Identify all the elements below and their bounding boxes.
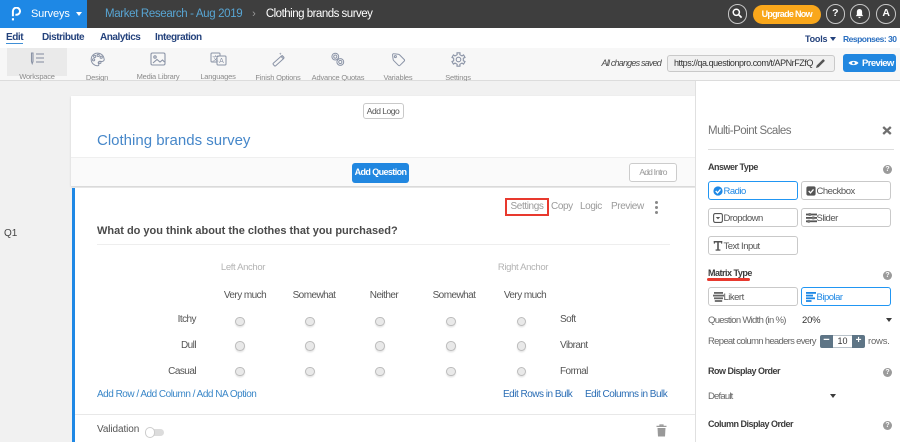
- svg-text:文: 文: [212, 54, 219, 63]
- svg-text:A: A: [219, 58, 224, 65]
